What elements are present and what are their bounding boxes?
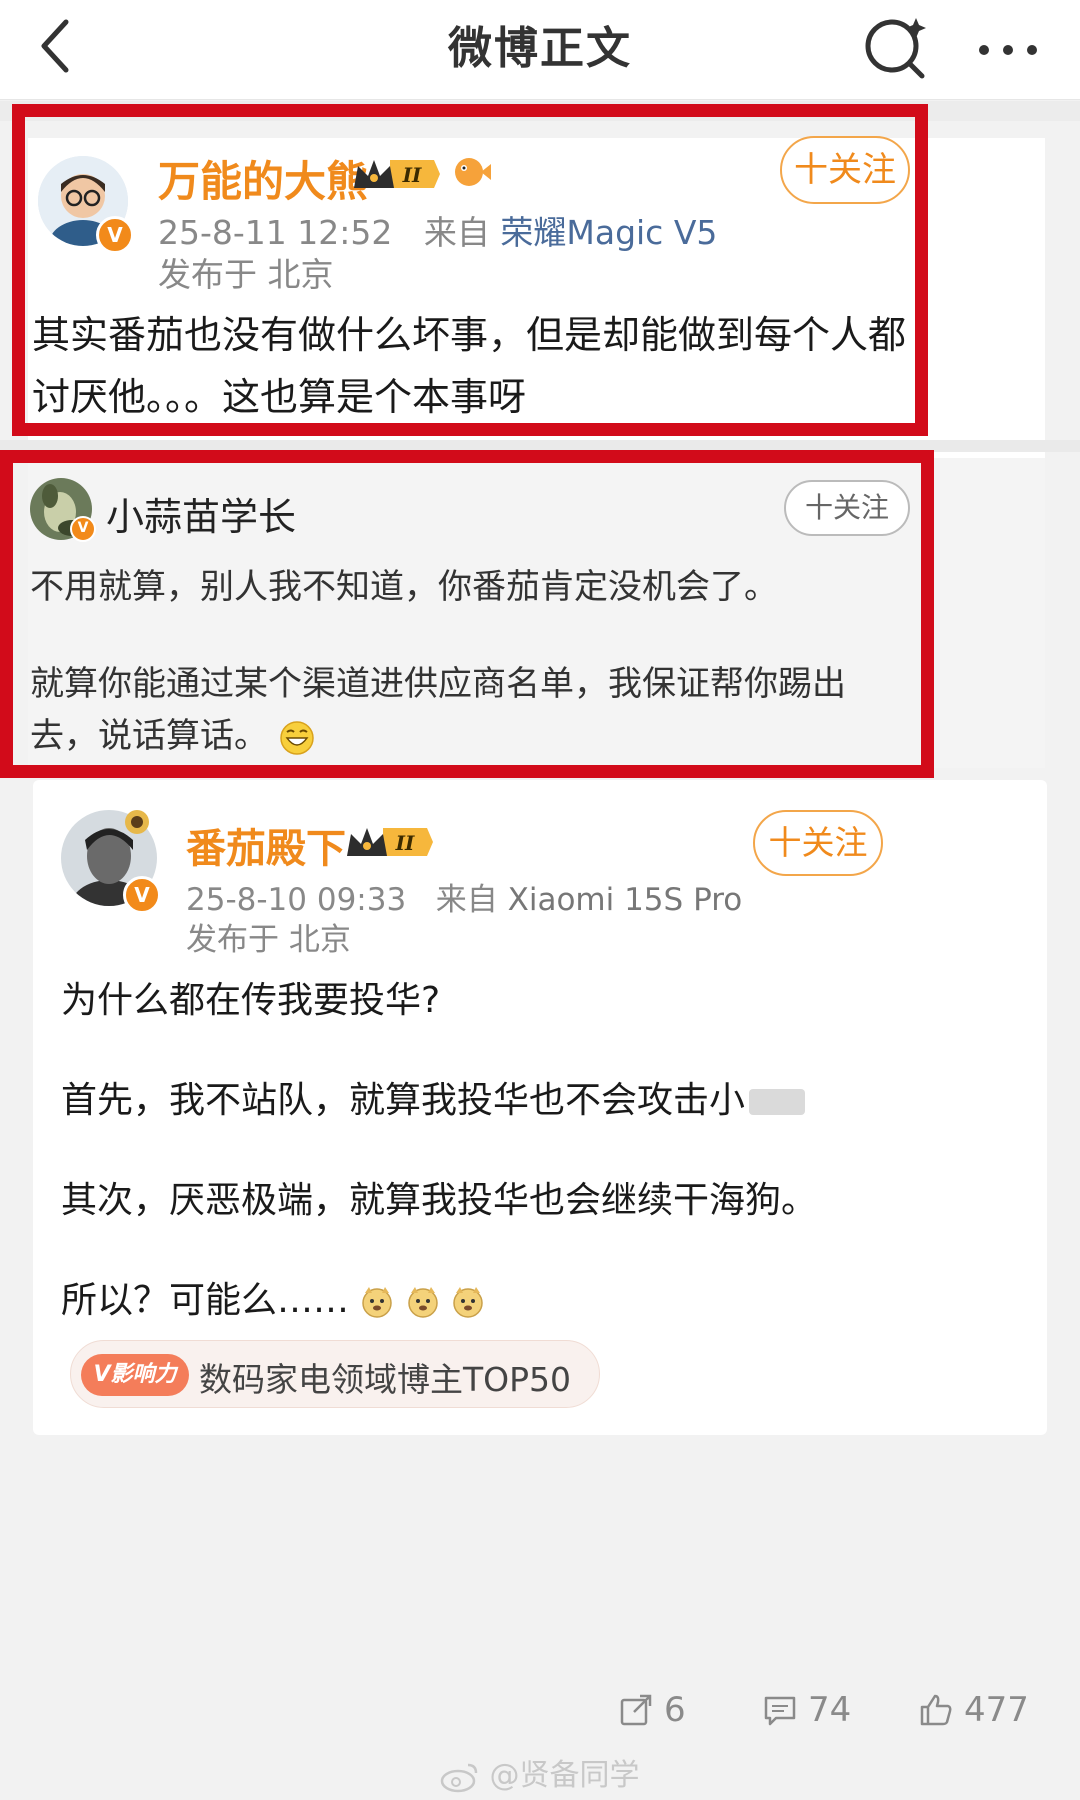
doge-emoji-icon [408, 1287, 438, 1318]
influence-tag[interactable]: V影响力 数码家电领域博主TOP50 [70, 1340, 600, 1408]
comment-icon [764, 1696, 796, 1726]
more-dots-icon [979, 45, 1037, 55]
quoted-post-card[interactable]: V 番茄殿下 II 十关注 25-8-10 09:33 来自 Xiaomi 15… [33, 780, 1047, 1435]
vip-level-crown-icon: II [347, 828, 433, 856]
quoted-text-p4-body: 所以？可能么…… [61, 1280, 350, 1321]
repost-count: 6 [664, 1690, 686, 1730]
quoted-text-p4: 所以？可能么…… [61, 1270, 485, 1332]
top-navigation-bar: 微博正文 [0, 0, 1080, 100]
device-link[interactable]: Xiaomi 15S Pro [508, 882, 743, 918]
blurred-text [749, 1089, 806, 1115]
doge-emoji-icon [362, 1287, 393, 1318]
quoted-time: 25-8-10 09:33 [186, 882, 407, 918]
quoted-username[interactable]: 番茄殿下 [186, 816, 346, 874]
highlight-frame [0, 450, 934, 778]
quoted-text-p2: 首先，我不站队，就算我投华也不会攻击小 [61, 1070, 806, 1132]
influence-tag-text: 数码家电领域博主TOP50 [199, 1360, 572, 1399]
search-icon [865, 18, 926, 79]
watermark: @贤备同学 [440, 1750, 640, 1794]
repost-button[interactable]: 6 [618, 1685, 686, 1735]
search-button[interactable] [858, 6, 934, 82]
quoted-meta: 25-8-10 09:33 来自 Xiaomi 15S Pro [186, 874, 742, 919]
comment-button[interactable]: 74 [762, 1685, 851, 1735]
follow-button[interactable]: 十关注 [753, 810, 883, 876]
watermark-text: @贤备同学 [489, 1758, 640, 1793]
like-button[interactable]: 477 [918, 1685, 1029, 1735]
source-prefix: 来自 [435, 882, 498, 918]
quoted-text-p2-body: 首先，我不站队，就算我投华也不会攻击小 [61, 1080, 746, 1121]
quoted-text-p1: 为什么都在传我要投华? [61, 980, 441, 1021]
quoted-text-p3: 其次，厌恶极端，就算我投华也会继续干海狗。 [61, 1180, 818, 1221]
quoted-location: 发布于 北京 [186, 922, 351, 958]
weibo-logo-icon [440, 1763, 478, 1792]
like-count: 477 [964, 1690, 1029, 1730]
avatar-pendant-icon [125, 810, 149, 834]
highlight-frame [12, 104, 928, 436]
comment-count: 74 [808, 1690, 852, 1730]
vip-level-text: II [395, 831, 415, 855]
verified-badge-icon: V [123, 876, 161, 914]
influence-logo: V影响力 [81, 1354, 189, 1396]
thumbs-up-icon [920, 1694, 952, 1726]
repost-icon [620, 1694, 652, 1726]
more-options-button[interactable] [968, 14, 1048, 74]
doge-emoji-icon [453, 1287, 484, 1318]
